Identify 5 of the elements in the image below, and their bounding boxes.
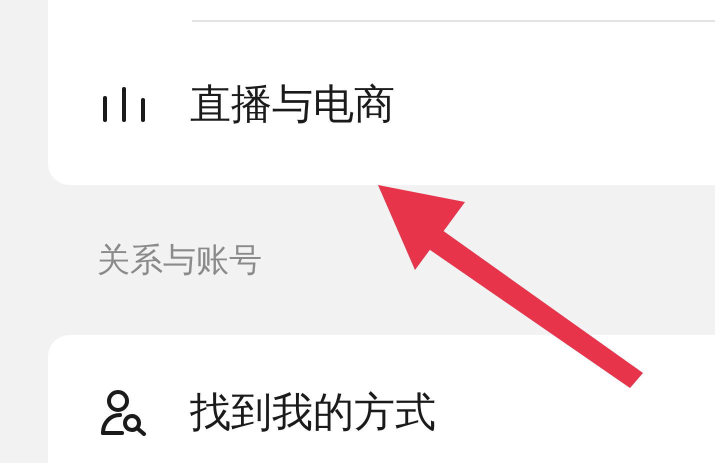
section-header: 关系与账号 <box>97 238 262 280</box>
settings-item[interactable]: 找到我的方式 <box>190 385 436 440</box>
bars-icon <box>100 86 148 124</box>
settings-item[interactable]: 直播与电商 <box>190 77 395 132</box>
user-search-icon <box>100 388 148 436</box>
